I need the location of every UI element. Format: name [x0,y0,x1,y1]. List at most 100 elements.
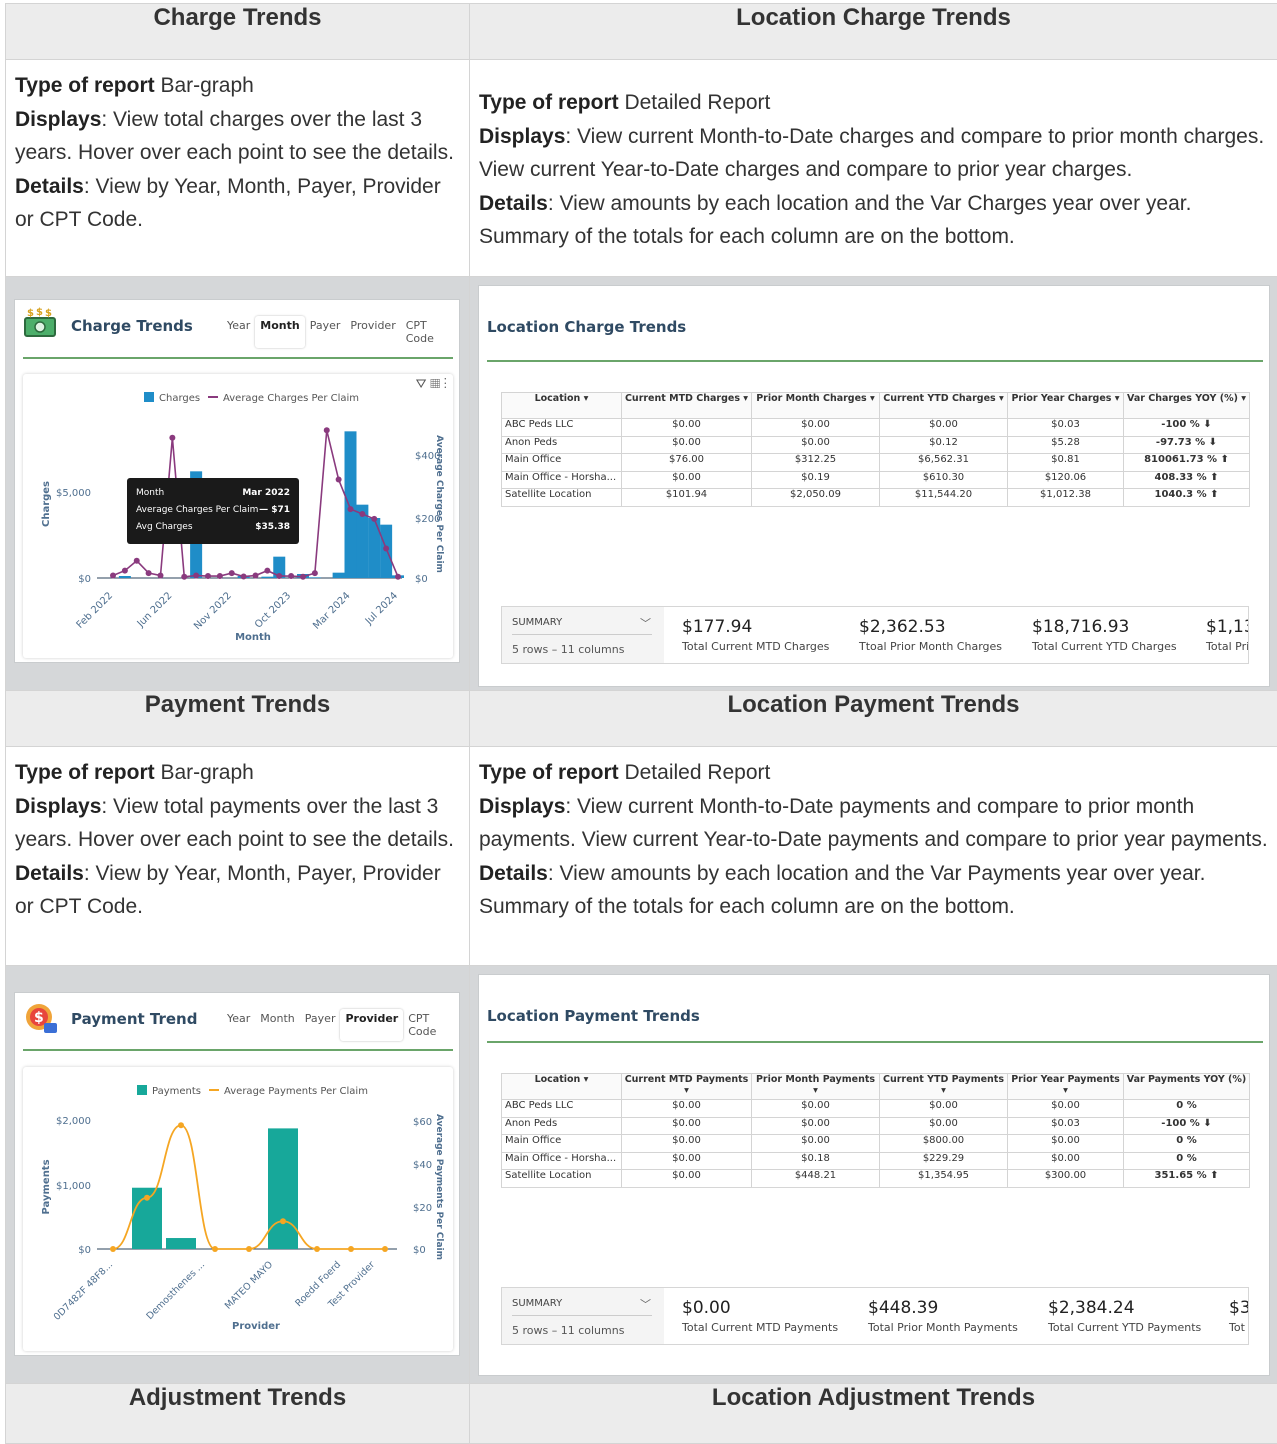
point-avg-charges[interactable] [110,573,116,579]
column-header[interactable]: Current YTD Payments ▾ [880,1074,1008,1100]
details-label: Details [15,862,84,885]
table-cell: $448.21 [752,1170,880,1188]
column-header[interactable]: Current YTD Charges ▾ [880,393,1008,419]
summary-bar: SUMMARY ﹀ 5 rows – 11 columns $0.00Total… [501,1287,1249,1345]
tab-provider[interactable]: Provider [345,316,400,348]
x-tick-label: Mar 2024 [311,590,352,631]
bar-charges[interactable] [333,573,345,578]
details-text: : View amounts by each location and the … [479,862,1205,919]
point-avg-charges[interactable] [158,573,164,579]
point-avg-payments[interactable] [314,1246,320,1252]
point-avg-payments[interactable] [246,1246,252,1252]
chevron-down-icon[interactable]: ﹀ [640,615,651,631]
point-avg-payments[interactable] [110,1246,116,1252]
displays-text: : View current Month-to-Date charges and… [479,125,1264,182]
point-avg-charges[interactable] [253,573,259,579]
bar-charges[interactable] [261,577,273,578]
point-avg-payments[interactable] [144,1195,150,1201]
chevron-down-icon[interactable]: ﹀ [640,1296,651,1312]
point-avg-charges[interactable] [122,568,128,574]
point-avg-charges[interactable] [205,573,211,579]
table-cell: $0.00 [622,1100,752,1118]
point-avg-charges[interactable] [169,435,175,441]
details-label: Details [15,175,84,198]
x-tick-label: Nov 2022 [192,590,234,632]
bar-payments[interactable] [166,1238,196,1249]
point-avg-payments[interactable] [348,1246,354,1252]
table-cell: $0.00 [622,1117,752,1135]
bar-charges[interactable] [345,431,357,578]
table-cell: Main Office [502,454,622,472]
column-header[interactable]: Prior Month Payments ▾ [752,1074,880,1100]
point-avg-charges[interactable] [229,570,235,576]
y-tick-label: $0 [78,1245,91,1256]
table-cell: 810061.73 % ⬆ [1124,454,1250,472]
column-header[interactable]: Location ▾ [502,393,622,419]
point-avg-charges[interactable] [395,574,401,580]
point-avg-charges[interactable] [383,545,389,551]
tab-year[interactable]: Year [222,1009,255,1041]
point-avg-charges[interactable] [241,574,247,580]
point-avg-charges[interactable] [359,511,365,517]
table-row: Main Office - Horsha...$0.00$0.18$229.29… [502,1152,1250,1170]
column-header[interactable]: Var Charges YOY (%) ▾ [1124,393,1250,419]
point-avg-charges[interactable] [371,516,377,522]
tab-cpt-code[interactable]: CPT Code [401,316,459,348]
tab-cpt-code[interactable]: CPT Code [403,1009,459,1041]
point-avg-charges[interactable] [146,570,152,576]
point-avg-payments[interactable] [382,1246,388,1252]
point-avg-charges[interactable] [181,574,187,580]
table-cell: Main Office - Horsha... [502,471,622,489]
x-tick-label: Jul 2024 [363,590,400,627]
type-value: Bar-graph [155,761,254,784]
point-avg-charges[interactable] [300,574,306,580]
more-icon[interactable]: ⋮ [444,376,447,391]
point-avg-charges[interactable] [336,477,342,483]
tab-month[interactable]: Month [255,316,304,348]
table-cell: $0.00 [622,419,752,437]
card-title: Location Payment Trends [487,1007,700,1025]
tab-month[interactable]: Month [255,1009,299,1041]
details-label: Details [479,192,548,215]
bar-charges[interactable] [119,576,131,578]
point-avg-charges[interactable] [324,427,330,433]
location-charge-card: Location Charge Trends Location ▾Current… [478,285,1270,687]
point-avg-charges[interactable] [276,573,282,579]
tab-provider[interactable]: Provider [340,1009,403,1041]
grouping-tabs: Year Month Payer Provider CPT Code [222,1009,459,1041]
bar-charges[interactable] [309,577,321,578]
column-header[interactable]: Prior Year Charges ▾ [1008,393,1124,419]
point-avg-charges[interactable] [288,573,294,579]
location-charge-trends-description: Type of report Detailed Report Displays:… [470,60,1277,277]
table-cell: $229.29 [880,1152,1008,1170]
filter-icon[interactable]: ⛛ [416,376,427,391]
point-avg-payments[interactable] [280,1218,286,1224]
bar-payments[interactable] [268,1128,298,1249]
point-avg-charges[interactable] [264,568,270,574]
tab-year[interactable]: Year [222,316,255,348]
payment-trend-card: $ Payment Trend Year Month Payer Provide… [14,992,460,1356]
column-header[interactable]: Current MTD Payments ▾ [622,1074,752,1100]
table-icon[interactable]: ▦ [430,376,440,391]
point-avg-charges[interactable] [312,570,318,576]
point-avg-charges[interactable] [193,573,199,579]
column-header[interactable]: Var Payments YOY (%) [1124,1074,1250,1100]
table-cell: $1,012.38 [1008,489,1124,507]
column-header[interactable]: Location ▾ [502,1074,622,1100]
point-avg-payments[interactable] [178,1122,184,1128]
table-cell: $0.00 [752,1117,880,1135]
tab-payer[interactable]: Payer [300,1009,341,1041]
bar-charges[interactable] [368,518,380,578]
tab-payer[interactable]: Payer [305,316,346,348]
displays-label: Displays [479,795,565,818]
table-cell: -100 % ⬇ [1124,419,1250,437]
column-header[interactable]: Prior Month Charges ▾ [752,393,880,419]
y2-tick-label: $40 [413,1160,432,1171]
column-header[interactable]: Prior Year Payments ▾ [1008,1074,1124,1100]
point-avg-payments[interactable] [212,1246,218,1252]
point-avg-charges[interactable] [134,558,140,564]
point-avg-charges[interactable] [348,506,354,512]
column-header[interactable]: Current MTD Charges ▾ [622,393,752,419]
point-avg-charges[interactable] [217,573,223,579]
chart-legend: PaymentsAverage Payments Per Claim [137,1085,368,1097]
